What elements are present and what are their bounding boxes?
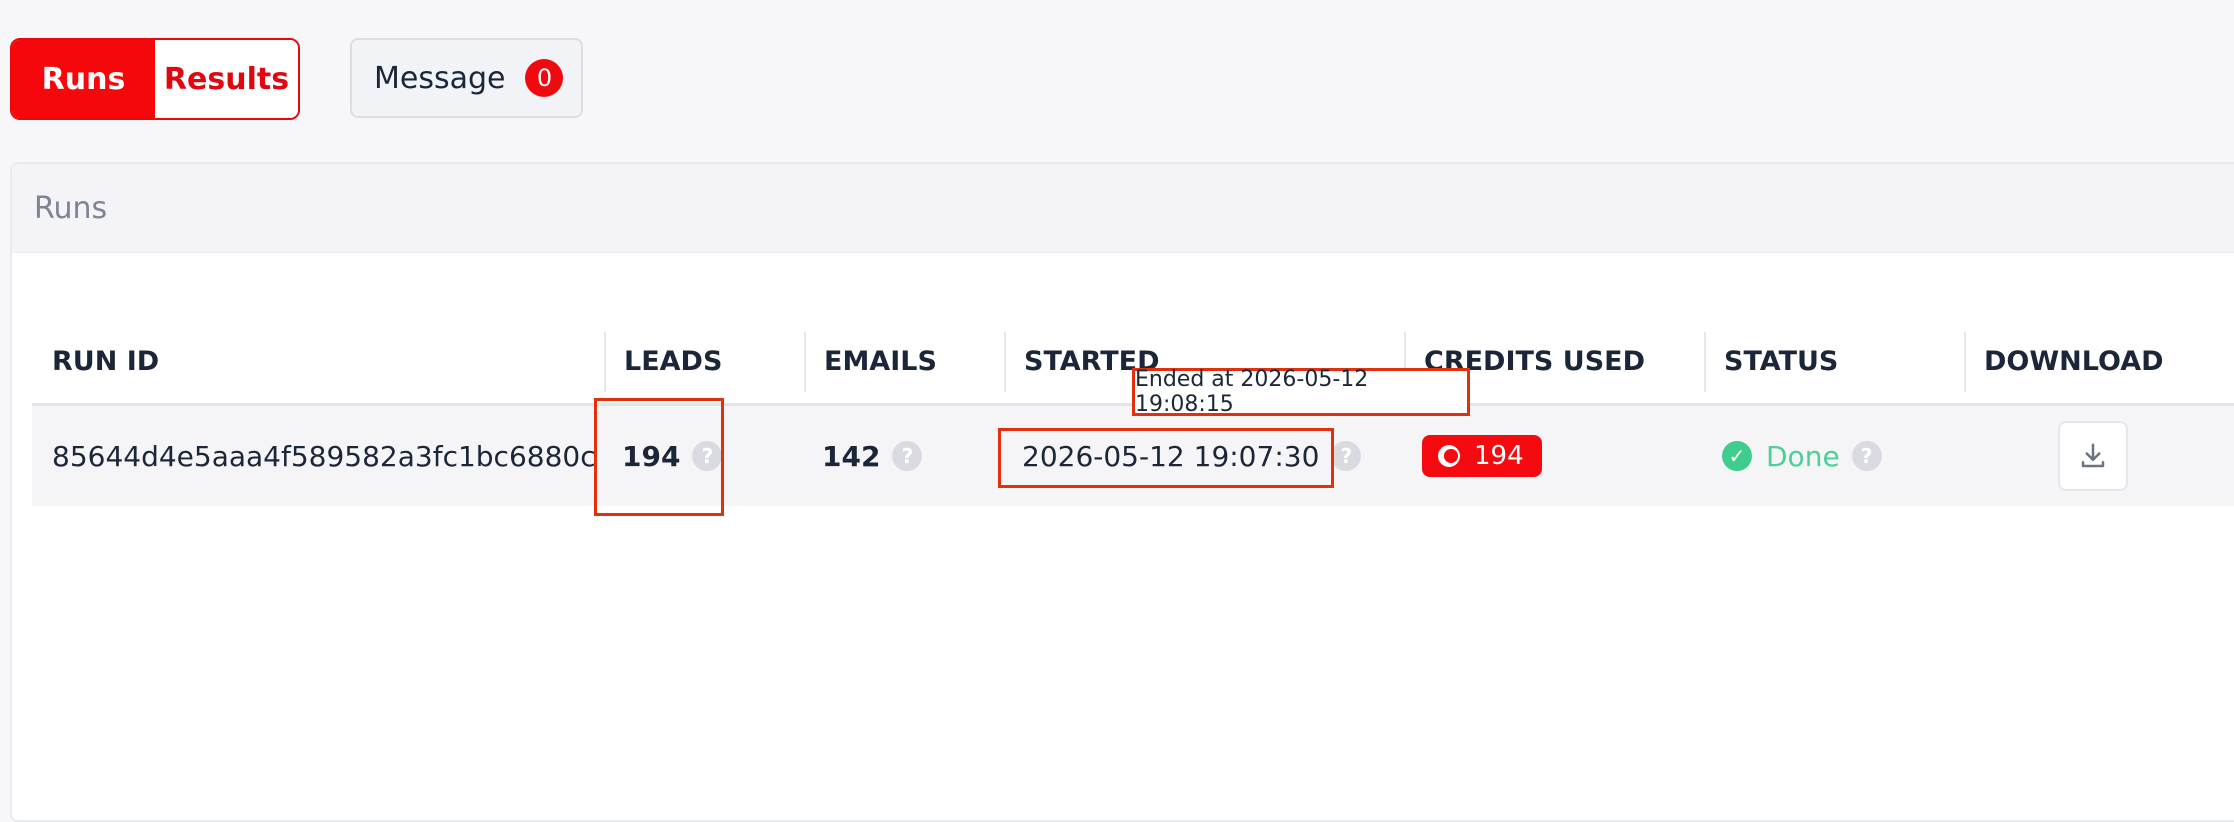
leads-cell: 194 ? [604,440,804,473]
ended-at-tooltip: Ended at 2026-05-12 19:08:15 [1132,367,1470,417]
help-icon[interactable]: ? [1331,441,1362,471]
help-icon[interactable]: ? [1851,441,1882,471]
emails-value: 142 [822,439,881,473]
message-label: Message [374,60,506,96]
status-cell: ✓ Done ? [1704,440,1964,473]
credits-badge: 194 [1422,435,1542,477]
started-value: 2026-05-12 19:07:30 [1022,439,1320,473]
status-badge: ✓ Done [1722,440,1840,473]
run-id: 85644d4e5aaa4f589582a3fc1bc6880c [52,439,596,473]
started-cell: 2026-05-12 19:07:30 ? [1004,440,1404,473]
help-icon[interactable]: ? [892,441,923,471]
status-text: Done [1766,439,1840,473]
leads-value: 194 [622,439,681,473]
message-count-badge: 0 [525,59,564,97]
run-id-cell: 85644d4e5aaa4f589582a3fc1bc6880c [32,440,604,473]
table-row: 85644d4e5aaa4f589582a3fc1bc6880c 194 ? 1… [32,406,2234,506]
tab-results[interactable]: Results [155,40,298,118]
check-circle-icon: ✓ [1722,441,1752,471]
view-tabs: Runs Results [10,38,300,120]
coin-icon [1438,445,1460,467]
panel-title: Runs [12,164,2234,253]
tab-runs[interactable]: Runs [12,40,155,118]
message-button[interactable]: Message 0 [350,38,583,118]
credits-cell: 194 [1404,435,1704,477]
download-icon [2081,443,2105,468]
header-emails: EMAILS [804,331,1004,392]
header-leads: LEADS [604,331,804,392]
header-download: DOWNLOAD [1964,331,2224,392]
header-run-id: RUN ID [52,346,160,377]
credits-value: 194 [1474,441,1524,471]
emails-cell: 142 ? [804,440,1004,473]
header-status: STATUS [1704,331,1964,392]
download-button[interactable] [2058,421,2128,491]
help-icon[interactable]: ? [692,441,723,471]
download-cell [1964,421,2224,491]
